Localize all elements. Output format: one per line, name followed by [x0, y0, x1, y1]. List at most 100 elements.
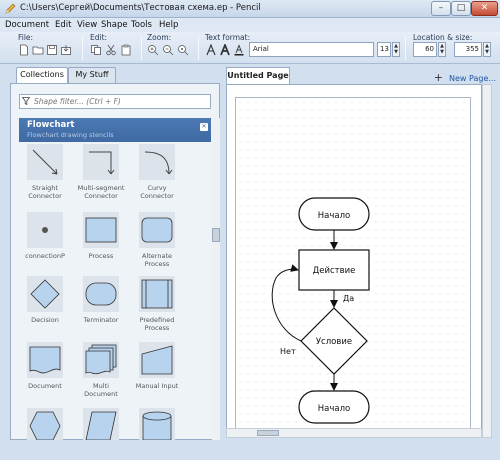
toolbar-separator [141, 36, 142, 60]
stencil-subtitle: Flowchart drawing stencils [27, 131, 114, 139]
shape-filter-input[interactable]: Shape filter... (Ctrl + F) [19, 94, 211, 109]
shape-label: Terminator [83, 316, 119, 324]
database-icon [139, 408, 175, 440]
shape-grid: Straight Connector Multi-segment Connect… [19, 142, 205, 440]
stencil-scroll-thumb[interactable] [212, 228, 220, 242]
arrow-loop-back [271, 264, 302, 342]
window-title: C:\Users\Сергей\Documents\Тестовая схема… [20, 3, 261, 13]
canvas-area[interactable]: Начало Действие Да Условие Нет Начало [226, 84, 482, 438]
stencil-scrollbar[interactable] [212, 118, 220, 440]
menu-help[interactable]: Help [159, 20, 178, 30]
start-label: Начало [318, 211, 350, 221]
flowchart-stencil-header[interactable]: Flowchart Flowchart drawing stencils ✕ [19, 118, 211, 142]
location-y-spinner[interactable]: ▲ ▼ [483, 42, 491, 57]
curvy-connector-icon [139, 144, 175, 180]
shape-label: Decision [31, 316, 59, 324]
new-document-icon[interactable] [18, 44, 30, 56]
collections-body: Shape filter... (Ctrl + F) Flowchart Flo… [10, 83, 220, 440]
menu-document[interactable]: Document [5, 20, 49, 30]
plus-icon: + [433, 71, 443, 84]
font-family-select[interactable]: Arial [249, 42, 374, 57]
new-page-button[interactable]: + New Page... [434, 71, 496, 84]
canvas-horizontal-scrollbar[interactable] [226, 428, 482, 438]
toolbar-separator [198, 36, 199, 60]
tab-collections[interactable]: Collections [16, 67, 68, 83]
document-icon [27, 342, 63, 378]
preparation-icon [27, 408, 63, 440]
shape-label: Straight Connector [28, 184, 62, 200]
straight-connector-icon [27, 144, 63, 180]
multi-segment-connector-icon [83, 144, 119, 180]
document-panel: Untitled Page + New Page... Начало Действ… [226, 66, 498, 446]
terminator-icon [83, 276, 119, 312]
alternate-process-icon [139, 212, 175, 248]
filter-funnel-icon [22, 97, 30, 105]
shape-label: Document [28, 382, 62, 390]
paste-icon[interactable] [120, 44, 132, 56]
condition-label: Условие [316, 337, 352, 347]
yes-label: Да [343, 294, 354, 303]
text-color-icon[interactable] [233, 44, 245, 56]
font-a-icon[interactable] [205, 44, 217, 56]
stencil-title: Flowchart [27, 120, 75, 130]
edit-group-label: Edit: [90, 33, 108, 42]
location-x-spinner[interactable]: ▲ ▼ [438, 42, 446, 57]
font-size-field[interactable]: 13 [377, 42, 391, 57]
shape-label: connectionP [25, 252, 65, 260]
multi-document-icon [83, 342, 119, 378]
file-group-label: File: [18, 33, 34, 42]
canvas-horizontal-scroll-thumb[interactable] [257, 430, 279, 436]
connection-point-icon [27, 212, 63, 248]
zoom-reset-icon[interactable] [177, 44, 189, 56]
toolbar: File: Edit: Zoom: Text format: Arial 13 … [0, 32, 500, 64]
font-a-bold-icon[interactable] [219, 44, 231, 56]
menu-bar: Document Edit View Shape Tools Help [0, 18, 500, 32]
toolbar-separator [82, 36, 83, 60]
shape-label: Alternate Process [141, 252, 172, 268]
end-label: Начало [318, 404, 350, 414]
copy-icon[interactable] [90, 44, 102, 56]
decision-icon [27, 276, 63, 312]
drawing-page[interactable]: Начало Действие Да Условие Нет Начало [235, 97, 471, 432]
tab-my-stuff[interactable]: My Stuff [68, 67, 116, 83]
action-label: Действие [313, 266, 356, 276]
menu-tools[interactable]: Tools [131, 20, 152, 30]
new-page-label: New Page... [449, 74, 496, 83]
shape-label: Process [88, 252, 114, 260]
collections-panel: Collections My Stuff Shape filter... (Ct… [10, 66, 220, 440]
menu-view[interactable]: View [77, 20, 97, 30]
process-icon [83, 212, 119, 248]
manual-input-icon [139, 342, 175, 378]
tab-untitled-page[interactable]: Untitled Page [226, 67, 290, 84]
location-size-label: Location & size: [413, 33, 473, 42]
shape-label: Predefined Process [139, 316, 175, 332]
data-icon [83, 408, 119, 440]
no-label: Нет [280, 347, 296, 356]
title-bar: C:\Users\Сергей\Documents\Тестовая схема… [0, 0, 500, 18]
maximize-button[interactable]: □ [451, 1, 471, 16]
shape-label: Curvy Connector [140, 184, 174, 200]
predefined-process-icon [139, 276, 175, 312]
font-size-spinner[interactable]: ▲ ▼ [392, 42, 400, 57]
text-format-label: Text format: [205, 33, 251, 42]
zoom-out-icon[interactable] [162, 44, 174, 56]
export-icon[interactable] [60, 44, 72, 56]
menu-shape[interactable]: Shape [101, 20, 128, 30]
cut-icon[interactable] [105, 44, 117, 56]
location-x-field[interactable]: 60 [413, 42, 437, 57]
flowchart-diagram: Начало Действие Да Условие Нет Начало [271, 197, 370, 424]
stencil-close-icon[interactable]: ✕ [200, 123, 208, 131]
location-y-field[interactable]: 355 [454, 42, 482, 57]
save-icon[interactable] [46, 44, 58, 56]
open-folder-icon[interactable] [32, 44, 44, 56]
shape-label: Multi-segment Connector [77, 184, 125, 200]
zoom-in-icon[interactable] [147, 44, 159, 56]
zoom-group-label: Zoom: [147, 33, 172, 42]
toolbar-separator [405, 36, 406, 60]
pencil-app-icon [5, 3, 16, 14]
shape-label: Multi Document [84, 382, 118, 398]
menu-edit[interactable]: Edit [55, 20, 71, 30]
close-button[interactable]: ✕ [471, 1, 498, 16]
minimize-button[interactable]: – [431, 1, 451, 16]
canvas-vertical-scrollbar[interactable] [482, 84, 492, 438]
